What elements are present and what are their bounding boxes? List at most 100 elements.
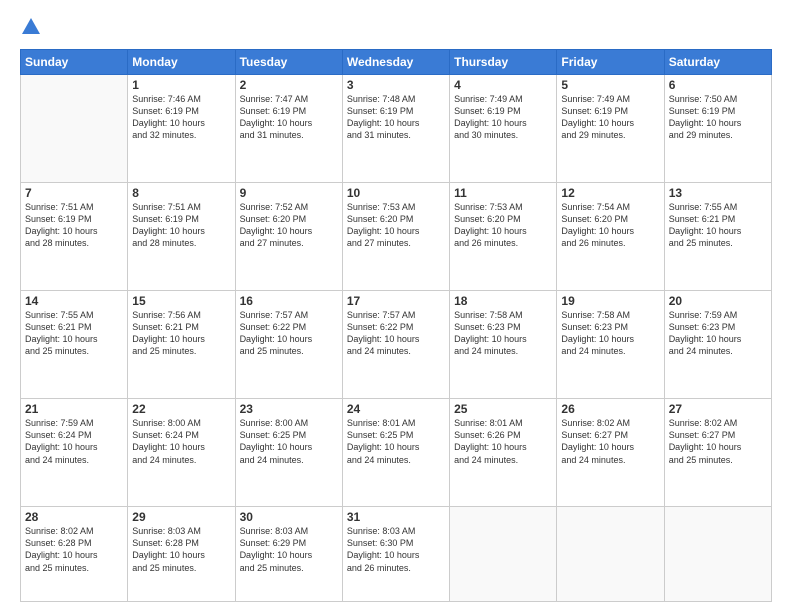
- calendar-cell: 16Sunrise: 7:57 AM Sunset: 6:22 PM Dayli…: [235, 291, 342, 399]
- day-number: 8: [132, 186, 230, 200]
- calendar-week-row: 1Sunrise: 7:46 AM Sunset: 6:19 PM Daylig…: [21, 75, 772, 183]
- day-number: 26: [561, 402, 659, 416]
- calendar-cell: 20Sunrise: 7:59 AM Sunset: 6:23 PM Dayli…: [664, 291, 771, 399]
- day-number: 22: [132, 402, 230, 416]
- calendar-cell: 3Sunrise: 7:48 AM Sunset: 6:19 PM Daylig…: [342, 75, 449, 183]
- day-number: 30: [240, 510, 338, 524]
- day-number: 13: [669, 186, 767, 200]
- calendar-cell: [557, 507, 664, 602]
- page: SundayMondayTuesdayWednesdayThursdayFrid…: [0, 0, 792, 612]
- day-number: 9: [240, 186, 338, 200]
- logo: [20, 18, 40, 39]
- day-info: Sunrise: 7:58 AM Sunset: 6:23 PM Dayligh…: [454, 309, 552, 358]
- day-number: 25: [454, 402, 552, 416]
- calendar-header-sunday: Sunday: [21, 50, 128, 75]
- day-info: Sunrise: 8:03 AM Sunset: 6:30 PM Dayligh…: [347, 525, 445, 574]
- calendar-week-row: 14Sunrise: 7:55 AM Sunset: 6:21 PM Dayli…: [21, 291, 772, 399]
- day-number: 20: [669, 294, 767, 308]
- calendar-cell: 24Sunrise: 8:01 AM Sunset: 6:25 PM Dayli…: [342, 399, 449, 507]
- calendar-cell: [21, 75, 128, 183]
- day-info: Sunrise: 8:01 AM Sunset: 6:26 PM Dayligh…: [454, 417, 552, 466]
- day-info: Sunrise: 7:52 AM Sunset: 6:20 PM Dayligh…: [240, 201, 338, 250]
- calendar-cell: 26Sunrise: 8:02 AM Sunset: 6:27 PM Dayli…: [557, 399, 664, 507]
- calendar-week-row: 7Sunrise: 7:51 AM Sunset: 6:19 PM Daylig…: [21, 183, 772, 291]
- calendar-cell: 11Sunrise: 7:53 AM Sunset: 6:20 PM Dayli…: [450, 183, 557, 291]
- calendar-header-saturday: Saturday: [664, 50, 771, 75]
- day-info: Sunrise: 8:01 AM Sunset: 6:25 PM Dayligh…: [347, 417, 445, 466]
- day-info: Sunrise: 7:48 AM Sunset: 6:19 PM Dayligh…: [347, 93, 445, 142]
- day-number: 17: [347, 294, 445, 308]
- day-number: 27: [669, 402, 767, 416]
- calendar-week-row: 28Sunrise: 8:02 AM Sunset: 6:28 PM Dayli…: [21, 507, 772, 602]
- calendar-cell: 25Sunrise: 8:01 AM Sunset: 6:26 PM Dayli…: [450, 399, 557, 507]
- day-info: Sunrise: 8:02 AM Sunset: 6:27 PM Dayligh…: [561, 417, 659, 466]
- calendar-cell: 21Sunrise: 7:59 AM Sunset: 6:24 PM Dayli…: [21, 399, 128, 507]
- calendar-cell: 14Sunrise: 7:55 AM Sunset: 6:21 PM Dayli…: [21, 291, 128, 399]
- calendar-header-thursday: Thursday: [450, 50, 557, 75]
- day-info: Sunrise: 7:58 AM Sunset: 6:23 PM Dayligh…: [561, 309, 659, 358]
- day-info: Sunrise: 7:49 AM Sunset: 6:19 PM Dayligh…: [454, 93, 552, 142]
- calendar-cell: 17Sunrise: 7:57 AM Sunset: 6:22 PM Dayli…: [342, 291, 449, 399]
- day-number: 4: [454, 78, 552, 92]
- calendar-header-wednesday: Wednesday: [342, 50, 449, 75]
- day-number: 2: [240, 78, 338, 92]
- calendar-cell: 6Sunrise: 7:50 AM Sunset: 6:19 PM Daylig…: [664, 75, 771, 183]
- calendar-cell: 30Sunrise: 8:03 AM Sunset: 6:29 PM Dayli…: [235, 507, 342, 602]
- day-info: Sunrise: 7:55 AM Sunset: 6:21 PM Dayligh…: [669, 201, 767, 250]
- calendar-cell: 9Sunrise: 7:52 AM Sunset: 6:20 PM Daylig…: [235, 183, 342, 291]
- day-info: Sunrise: 7:56 AM Sunset: 6:21 PM Dayligh…: [132, 309, 230, 358]
- day-number: 7: [25, 186, 123, 200]
- calendar-table: SundayMondayTuesdayWednesdayThursdayFrid…: [20, 49, 772, 602]
- day-info: Sunrise: 8:02 AM Sunset: 6:27 PM Dayligh…: [669, 417, 767, 466]
- day-info: Sunrise: 8:03 AM Sunset: 6:29 PM Dayligh…: [240, 525, 338, 574]
- day-info: Sunrise: 7:49 AM Sunset: 6:19 PM Dayligh…: [561, 93, 659, 142]
- calendar-cell: 19Sunrise: 7:58 AM Sunset: 6:23 PM Dayli…: [557, 291, 664, 399]
- calendar-header-tuesday: Tuesday: [235, 50, 342, 75]
- day-number: 14: [25, 294, 123, 308]
- day-number: 31: [347, 510, 445, 524]
- calendar-cell: 7Sunrise: 7:51 AM Sunset: 6:19 PM Daylig…: [21, 183, 128, 291]
- calendar-cell: 13Sunrise: 7:55 AM Sunset: 6:21 PM Dayli…: [664, 183, 771, 291]
- calendar-cell: 10Sunrise: 7:53 AM Sunset: 6:20 PM Dayli…: [342, 183, 449, 291]
- day-info: Sunrise: 7:57 AM Sunset: 6:22 PM Dayligh…: [240, 309, 338, 358]
- day-info: Sunrise: 7:53 AM Sunset: 6:20 PM Dayligh…: [347, 201, 445, 250]
- day-info: Sunrise: 8:00 AM Sunset: 6:25 PM Dayligh…: [240, 417, 338, 466]
- day-info: Sunrise: 7:54 AM Sunset: 6:20 PM Dayligh…: [561, 201, 659, 250]
- day-number: 5: [561, 78, 659, 92]
- day-number: 11: [454, 186, 552, 200]
- calendar-cell: 22Sunrise: 8:00 AM Sunset: 6:24 PM Dayli…: [128, 399, 235, 507]
- calendar-cell: 28Sunrise: 8:02 AM Sunset: 6:28 PM Dayli…: [21, 507, 128, 602]
- calendar-cell: 2Sunrise: 7:47 AM Sunset: 6:19 PM Daylig…: [235, 75, 342, 183]
- day-number: 1: [132, 78, 230, 92]
- day-number: 15: [132, 294, 230, 308]
- day-info: Sunrise: 8:03 AM Sunset: 6:28 PM Dayligh…: [132, 525, 230, 574]
- day-number: 23: [240, 402, 338, 416]
- day-number: 28: [25, 510, 123, 524]
- calendar-header-monday: Monday: [128, 50, 235, 75]
- day-info: Sunrise: 7:51 AM Sunset: 6:19 PM Dayligh…: [25, 201, 123, 250]
- day-info: Sunrise: 7:53 AM Sunset: 6:20 PM Dayligh…: [454, 201, 552, 250]
- calendar-cell: 15Sunrise: 7:56 AM Sunset: 6:21 PM Dayli…: [128, 291, 235, 399]
- calendar-cell: 23Sunrise: 8:00 AM Sunset: 6:25 PM Dayli…: [235, 399, 342, 507]
- day-info: Sunrise: 7:51 AM Sunset: 6:19 PM Dayligh…: [132, 201, 230, 250]
- calendar-cell: [664, 507, 771, 602]
- calendar-cell: 8Sunrise: 7:51 AM Sunset: 6:19 PM Daylig…: [128, 183, 235, 291]
- day-info: Sunrise: 7:47 AM Sunset: 6:19 PM Dayligh…: [240, 93, 338, 142]
- day-number: 19: [561, 294, 659, 308]
- header-row: SundayMondayTuesdayWednesdayThursdayFrid…: [21, 50, 772, 75]
- day-number: 12: [561, 186, 659, 200]
- day-number: 29: [132, 510, 230, 524]
- calendar-cell: 18Sunrise: 7:58 AM Sunset: 6:23 PM Dayli…: [450, 291, 557, 399]
- calendar-cell: 5Sunrise: 7:49 AM Sunset: 6:19 PM Daylig…: [557, 75, 664, 183]
- day-number: 6: [669, 78, 767, 92]
- calendar-cell: 27Sunrise: 8:02 AM Sunset: 6:27 PM Dayli…: [664, 399, 771, 507]
- day-info: Sunrise: 8:02 AM Sunset: 6:28 PM Dayligh…: [25, 525, 123, 574]
- day-info: Sunrise: 7:55 AM Sunset: 6:21 PM Dayligh…: [25, 309, 123, 358]
- header: [20, 18, 772, 39]
- day-number: 24: [347, 402, 445, 416]
- calendar-header-friday: Friday: [557, 50, 664, 75]
- day-info: Sunrise: 7:59 AM Sunset: 6:24 PM Dayligh…: [25, 417, 123, 466]
- day-number: 10: [347, 186, 445, 200]
- day-info: Sunrise: 8:00 AM Sunset: 6:24 PM Dayligh…: [132, 417, 230, 466]
- day-info: Sunrise: 7:59 AM Sunset: 6:23 PM Dayligh…: [669, 309, 767, 358]
